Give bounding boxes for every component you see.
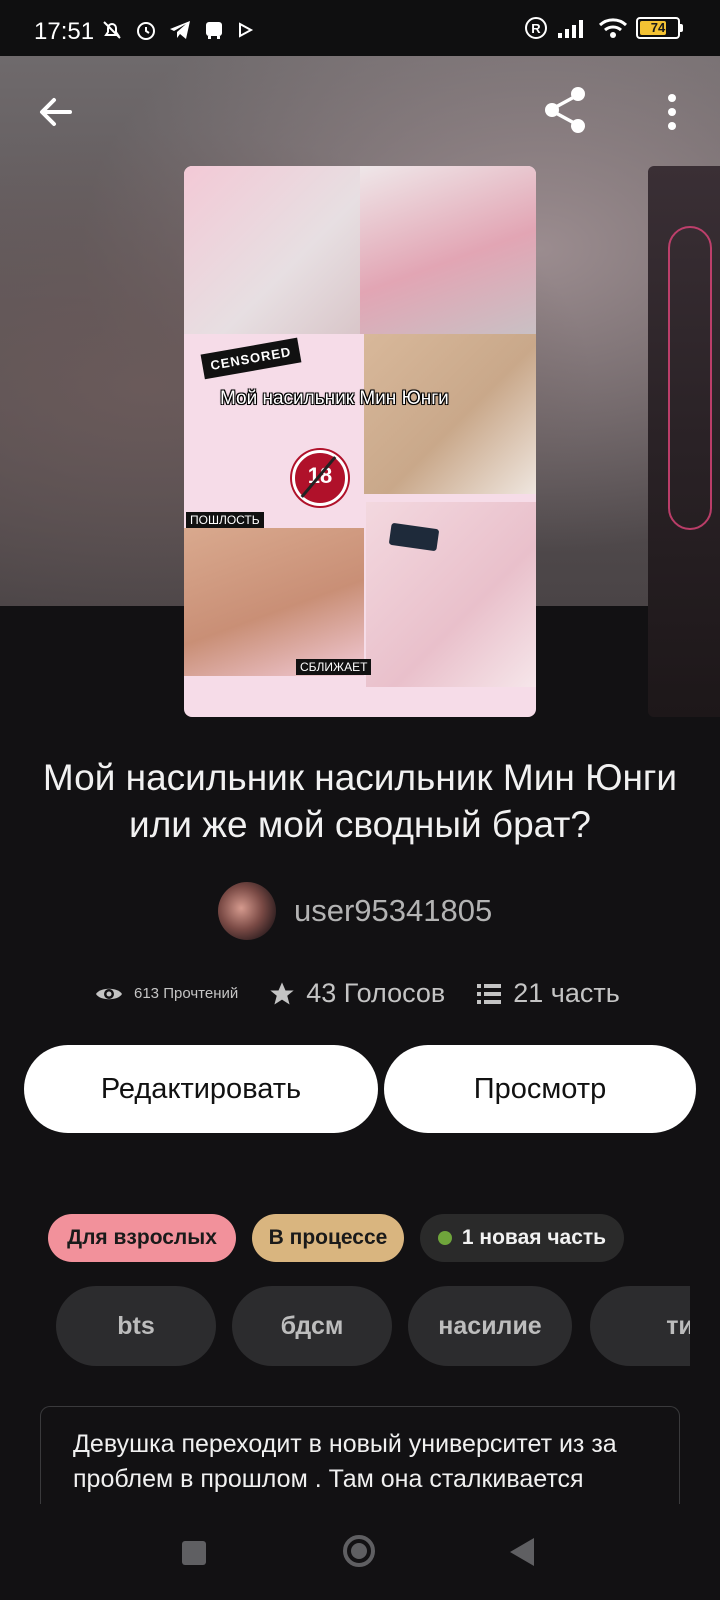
new-dot-icon: [437, 1231, 452, 1245]
telegram-icon: [170, 21, 190, 39]
battery-level: 74: [650, 20, 666, 35]
tag-chip[interactable]: ти: [590, 1286, 690, 1366]
author-name[interactable]: user95341805: [294, 893, 492, 929]
cover-word-bottom: СБЛИЖАЕТ: [296, 659, 372, 675]
avatar[interactable]: [218, 882, 276, 940]
svg-text:R: R: [531, 21, 541, 36]
adult-chip: Для взрослых: [48, 1214, 236, 1262]
tag-chip[interactable]: насилие: [408, 1286, 572, 1366]
new-part-label: 1 новая часть: [461, 1226, 607, 1249]
tag-chip[interactable]: бдсм: [232, 1286, 392, 1366]
votes-count: 43 Голосов: [306, 978, 446, 1008]
cover-collage-tile: [364, 334, 536, 494]
eye-icon: [96, 988, 122, 999]
cover-collage-tile: [360, 166, 536, 334]
next-story-cover[interactable]: [648, 166, 720, 717]
description-box: Девушка переходит в новый университет из…: [40, 1406, 680, 1505]
edit-button[interactable]: Редактировать: [24, 1045, 378, 1133]
tags-row[interactable]: bts бдсм насилие ти: [56, 1286, 690, 1366]
mute-icon: [103, 21, 121, 39]
wifi-icon: [598, 18, 628, 38]
back-triangle-icon[interactable]: [510, 1538, 534, 1566]
cover-title-overlay: Мой насильник Мин Юнги: [220, 388, 449, 409]
cover-collage-tile: [184, 528, 364, 676]
story-description: Девушка переходит в новый университет из…: [73, 1430, 617, 1493]
signal-icon: [558, 20, 583, 38]
votes-stat: 43 Голосов: [268, 978, 445, 1009]
home-circle-icon[interactable]: [343, 1535, 375, 1567]
story-stats: 613 Прочтений 43 Голосов 21 часть: [94, 978, 650, 1009]
age-18-icon: 18: [292, 450, 348, 506]
story-cover[interactable]: CENSORED Мой насильник Мин Юнги 18 ПОШЛО…: [184, 166, 536, 717]
parts-stat: 21 часть: [475, 978, 620, 1009]
parts-count: 21 часть: [513, 978, 620, 1008]
list-icon: [477, 983, 502, 1004]
cover-collage-tile: [184, 166, 360, 334]
bag-icon: [206, 22, 222, 39]
reads-stat: 613 Прочтений: [94, 983, 238, 1005]
battery-icon: 74: [636, 17, 683, 39]
status-time: 17:51: [34, 18, 95, 45]
cover-word-left: ПОШЛОСТЬ: [186, 512, 264, 528]
registered-icon: R: [525, 17, 547, 39]
alarm-icon: [137, 22, 155, 40]
recents-square-icon[interactable]: [182, 1541, 206, 1565]
status-icons-right: R 74: [524, 16, 683, 40]
share-icon[interactable]: [540, 84, 592, 136]
star-icon: [270, 981, 294, 1004]
new-part-chip: 1 новая часть: [420, 1214, 624, 1262]
in-progress-chip: В процессе: [252, 1214, 404, 1262]
cover-censored-label: CENSORED: [200, 337, 302, 380]
reads-count: 613 Прочтений: [134, 985, 239, 1002]
view-button[interactable]: Просмотр: [384, 1045, 696, 1133]
more-vert-icon[interactable]: [652, 90, 692, 134]
play-icon: [239, 22, 254, 38]
tag-chip[interactable]: bts: [56, 1286, 216, 1366]
author-row[interactable]: user95341805: [218, 882, 492, 940]
status-icons-left: [100, 18, 254, 42]
back-arrow-icon[interactable]: [34, 90, 78, 134]
story-title: Мой насильник насильник Мин Юнги или же …: [42, 757, 678, 845]
